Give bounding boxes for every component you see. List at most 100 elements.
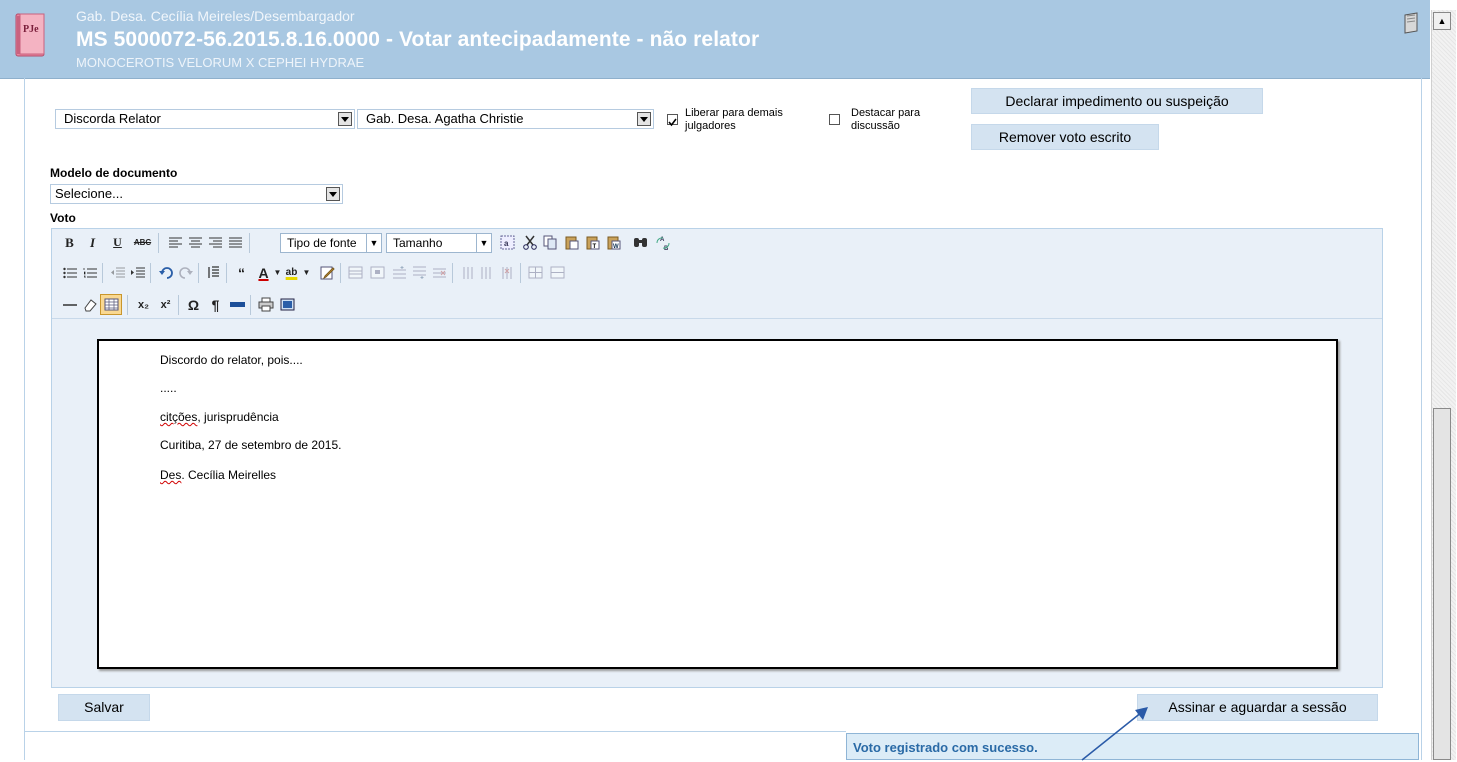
insert-table-icon[interactable]	[100, 294, 122, 315]
chevron-down-icon[interactable]	[326, 187, 340, 201]
pje-logo-icon: PJe	[15, 13, 45, 57]
strikethrough-button[interactable]: ABC	[133, 233, 152, 252]
merge-cells-icon[interactable]	[548, 263, 567, 282]
insert-row-after-icon[interactable]	[410, 263, 429, 282]
chevron-down-icon[interactable]	[637, 112, 651, 126]
doc-line: Curitiba, 27 de setembro de 2015.	[160, 438, 342, 452]
doc-line: Des. Cecília Meirelles	[160, 468, 276, 482]
outdent-icon[interactable]	[108, 263, 127, 282]
doc-line: Discordo do relator, pois....	[160, 353, 303, 367]
toolbar-separator	[250, 295, 251, 315]
insert-col-after-icon[interactable]	[478, 263, 497, 282]
gabinete-select[interactable]: Gab. Desa. Agatha Christie	[357, 109, 654, 129]
align-left-icon[interactable]	[166, 233, 185, 252]
toolbar-separator	[226, 263, 227, 283]
toolbar-separator	[158, 233, 159, 253]
remover-voto-button[interactable]: Remover voto escrito	[971, 124, 1159, 150]
annotation-arrow-icon	[1081, 707, 1148, 761]
font-family-combo[interactable]: Tipo de fonte ▼	[280, 233, 382, 253]
scroll-up-arrow-icon[interactable]: ▲	[1433, 12, 1451, 30]
special-char-button[interactable]: Ω	[184, 295, 203, 314]
table-row-props-icon[interactable]	[346, 263, 365, 282]
indent-icon[interactable]	[128, 263, 147, 282]
doc-line: citções, jurisprudência	[160, 410, 279, 424]
show-blocks-button[interactable]: ¶	[206, 295, 225, 314]
liberar-checkbox[interactable]	[667, 114, 678, 127]
bold-button[interactable]: B	[60, 233, 79, 252]
modelo-label: Modelo de documento	[50, 166, 178, 180]
undo-icon[interactable]	[156, 263, 175, 282]
scrollbar-thumb[interactable]	[1433, 408, 1451, 760]
checkmark-icon	[668, 118, 677, 127]
paste-text-icon[interactable]: T	[583, 233, 602, 252]
subscript-button[interactable]: x₂	[134, 295, 153, 314]
italic-button[interactable]: I	[83, 233, 102, 252]
doc-line-text: . Cecília Meirelles	[181, 468, 277, 482]
font-size-value: Tamanho	[393, 236, 443, 250]
toolbar-separator	[150, 263, 151, 283]
paste-word-icon[interactable]: W	[604, 233, 623, 252]
bullet-list-icon[interactable]	[60, 263, 79, 282]
destacar-label: Destacar para discussão	[851, 107, 921, 132]
gabinete-subtitle: Gab. Desa. Cecília Meireles/Desembargado…	[76, 8, 355, 24]
save-button[interactable]: Salvar	[58, 694, 150, 721]
copy-icon[interactable]	[541, 233, 560, 252]
toolbar-separator	[178, 295, 179, 315]
paragraph-direction-icon[interactable]	[204, 263, 223, 282]
cut-icon[interactable]	[520, 233, 539, 252]
vote-position-value: Discorda Relator	[64, 111, 161, 126]
delete-col-icon[interactable]	[498, 263, 517, 282]
sign-and-wait-button[interactable]: Assinar e aguardar a sessão	[1137, 694, 1378, 721]
table-cell-props-icon[interactable]	[368, 263, 387, 282]
toolbar-separator	[127, 295, 128, 315]
chevron-down-icon[interactable]: ▼	[366, 234, 381, 252]
font-size-combo[interactable]: Tamanho ▼	[386, 233, 492, 253]
chevron-down-icon[interactable]: ▼	[476, 234, 491, 252]
document-body[interactable]	[151, 341, 1283, 667]
numbered-list-icon[interactable]	[80, 263, 99, 282]
page-header: PJe Gab. Desa. Cecília Meireles/Desembar…	[0, 0, 1430, 79]
align-center-icon[interactable]	[186, 233, 205, 252]
svg-text:a: a	[504, 239, 509, 248]
misspelled-word: Des	[160, 468, 182, 482]
svg-text:PJe: PJe	[23, 24, 39, 35]
section-divider	[24, 731, 846, 732]
case-parties: MONOCEROTIS VELORUM X CEPHEI HYDRAE	[76, 55, 365, 70]
toolbar-separator	[452, 263, 453, 283]
declarar-impedimento-button[interactable]: Declarar impedimento ou suspeição	[971, 88, 1263, 114]
misspelled-word: citções	[160, 410, 198, 424]
modelo-value: Selecione...	[55, 186, 123, 201]
delete-row-icon[interactable]	[430, 263, 449, 282]
eraser-icon[interactable]	[80, 295, 99, 314]
blockquote-icon[interactable]: “	[232, 263, 251, 282]
select-all-icon[interactable]: a	[498, 233, 517, 252]
liberar-label: Liberar para demais julgadores	[685, 107, 783, 132]
toolbar-separator	[249, 233, 250, 253]
notebook-icon[interactable]	[1402, 12, 1420, 34]
svg-text:T: T	[593, 244, 597, 250]
insert-row-before-icon[interactable]	[390, 263, 409, 282]
chevron-down-icon[interactable]: ▼	[297, 263, 316, 282]
chevron-down-icon[interactable]	[338, 112, 352, 126]
doc-line-text: , jurisprudência	[197, 410, 279, 424]
find-icon[interactable]	[631, 233, 650, 252]
replace-icon[interactable]: AB	[653, 233, 672, 252]
modelo-select[interactable]: Selecione...	[50, 184, 343, 204]
paste-icon[interactable]	[562, 233, 581, 252]
fullscreen-icon[interactable]	[278, 295, 297, 314]
align-justify-icon[interactable]	[226, 233, 245, 252]
page-break-icon[interactable]	[228, 295, 247, 314]
vote-position-select[interactable]: Discorda Relator	[55, 109, 355, 129]
print-icon[interactable]	[256, 295, 275, 314]
destacar-checkbox[interactable]	[829, 114, 840, 125]
horizontal-rule-icon[interactable]	[60, 295, 79, 314]
superscript-button[interactable]: x²	[156, 295, 175, 314]
underline-button[interactable]: U	[108, 233, 127, 252]
align-right-icon[interactable]	[206, 233, 225, 252]
split-cells-icon[interactable]	[526, 263, 545, 282]
toolbar-separator	[340, 263, 341, 283]
insert-col-before-icon[interactable]	[458, 263, 477, 282]
svg-text:W: W	[613, 244, 619, 250]
redo-icon[interactable]	[176, 263, 195, 282]
edit-html-icon[interactable]	[318, 263, 337, 282]
